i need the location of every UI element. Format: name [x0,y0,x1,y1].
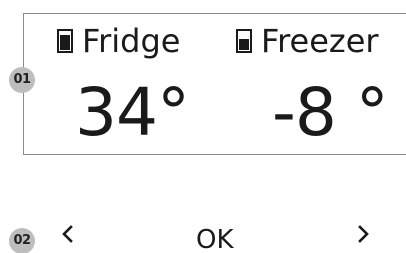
freezer-zone-label: Freezer [236,21,379,61]
ok-button[interactable]: OK [196,223,234,253]
fridge-compartment-icon [57,29,73,53]
control-button-row: OK [0,223,406,253]
chevron-right-icon [358,225,369,243]
chevron-left-icon [62,225,73,243]
previous-button[interactable] [60,223,74,245]
next-button[interactable] [357,223,371,245]
fridge-label: Fridge [82,22,181,60]
freezer-temperature: -8 ° [272,74,389,151]
screen: 01 Fridge Freezer 34° -8 ° 02 OK [0,0,406,253]
fridge-temperature: 34° [75,74,190,151]
fridge-zone-label: Fridge [57,21,180,61]
freezer-compartment-icon [236,29,252,53]
callout-badge-display: 01 [9,67,35,93]
freezer-label: Freezer [261,22,379,60]
